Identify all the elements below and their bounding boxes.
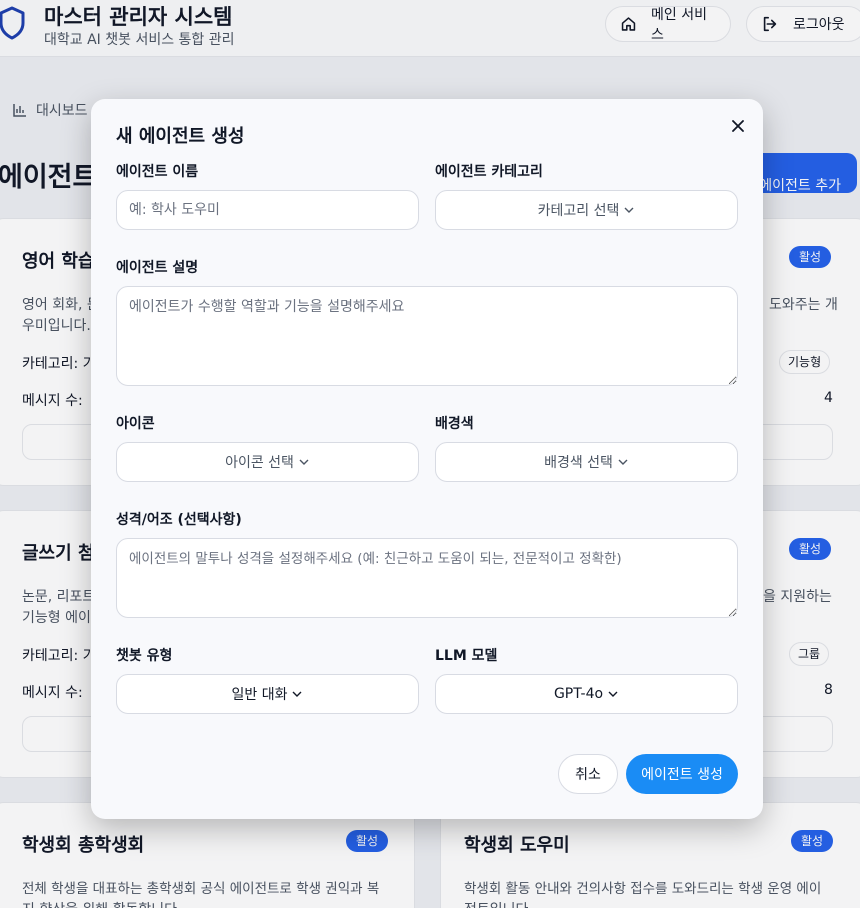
- llm-model-label: LLM 모델: [435, 648, 498, 664]
- llm-model-value: GPT-4o: [553, 686, 604, 702]
- cancel-button[interactable]: 취소: [558, 754, 618, 794]
- agent-name-label: 에이전트 이름: [116, 164, 199, 180]
- create-agent-button[interactable]: 에이전트 생성: [626, 754, 738, 794]
- agent-category-value: 카테고리 선택: [537, 203, 620, 219]
- chevron-down-icon: [299, 459, 309, 465]
- persona-textarea[interactable]: [116, 538, 738, 618]
- agent-name-input[interactable]: [116, 190, 419, 230]
- dialog-title: 새 에이전트 생성: [116, 126, 245, 147]
- icon-select[interactable]: 아이콘 선택: [116, 442, 419, 482]
- agent-description-textarea[interactable]: [116, 286, 738, 386]
- icon-label: 아이콘: [116, 416, 155, 432]
- background-color-value: 배경색 선택: [544, 455, 613, 471]
- persona-label: 성격/어조 (선택사항): [116, 512, 242, 528]
- agent-category-select[interactable]: 카테고리 선택: [435, 190, 738, 230]
- chatbot-type-label: 챗봇 유형: [116, 648, 173, 664]
- close-button[interactable]: [727, 115, 749, 137]
- agent-description-label: 에이전트 설명: [116, 260, 199, 276]
- close-icon: [732, 120, 744, 132]
- chatbot-type-select[interactable]: 일반 대화: [116, 674, 419, 714]
- chatbot-type-value: 일반 대화: [231, 687, 288, 703]
- icon-select-value: 아이콘 선택: [225, 455, 294, 471]
- chevron-down-icon: [608, 691, 618, 697]
- chevron-down-icon: [618, 459, 628, 465]
- background-color-select[interactable]: 배경색 선택: [435, 442, 738, 482]
- llm-model-select[interactable]: GPT-4o: [435, 674, 738, 714]
- chevron-down-icon: [624, 207, 634, 213]
- chevron-down-icon: [292, 691, 302, 697]
- background-color-label: 배경색: [435, 416, 474, 432]
- agent-category-label: 에이전트 카테고리: [435, 164, 543, 180]
- create-agent-dialog: 새 에이전트 생성 에이전트 이름 에이전트 카테고리 카테고리 선택 에이전트…: [91, 99, 763, 819]
